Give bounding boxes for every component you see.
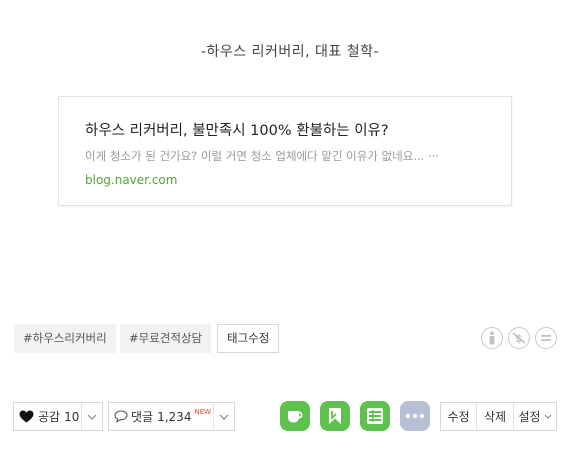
comment-label: 댓글 — [131, 410, 154, 424]
bookmark-icon[interactable] — [320, 401, 350, 431]
link-url[interactable]: blog.naver.com — [85, 173, 177, 187]
no-commercial-glyph: $ — [512, 332, 526, 345]
no-derivatives-icon[interactable] — [535, 327, 557, 349]
info-circle-icon[interactable] — [481, 327, 503, 349]
more-icon[interactable] — [400, 401, 430, 431]
delete-button[interactable]: 삭제 — [477, 403, 513, 430]
link-description: 이게 청소가 된 건가요? 이럴 거면 청소 업체에다 맡긴 이유가 없네요..… — [85, 149, 439, 163]
comment-box[interactable]: 댓글 1,234 NEW — [108, 402, 235, 431]
post-quote: -하우스 리커버리, 대표 철학- — [200, 44, 380, 60]
like-count: 10 — [64, 409, 80, 424]
link-title[interactable]: 하우스 리커버리, 불만족시 100% 환불하는 이유? — [85, 119, 389, 140]
list-glyph — [367, 408, 383, 424]
heart-icon — [19, 410, 34, 423]
settings-label: 설정 — [518, 410, 541, 424]
edit-button[interactable]: 수정 — [441, 403, 476, 430]
tag-item[interactable]: #하우스리커버리 — [14, 324, 116, 353]
no-commercial-icon[interactable]: $ — [508, 327, 530, 349]
info-circle-glyph — [489, 331, 495, 345]
new-badge: NEW — [194, 408, 212, 416]
chevron-down-icon — [87, 414, 97, 420]
post-actions: 수정 삭제 설정 — [440, 402, 557, 431]
chevron-down-icon — [544, 414, 551, 419]
comment-count: 1,234 — [157, 409, 192, 424]
no-derivatives-glyph — [541, 335, 551, 341]
bookmark-glyph — [329, 408, 341, 424]
coffee-cup-icon[interactable] — [280, 401, 310, 431]
more-glyph — [405, 413, 425, 419]
settings-button[interactable]: 설정 — [514, 403, 556, 430]
comment-dropdown-button[interactable] — [214, 403, 234, 430]
like-button[interactable]: 공감 10 — [14, 403, 79, 430]
list-icon[interactable] — [360, 401, 390, 431]
link-preview-card[interactable]: 하우스 리커버리, 불만족시 100% 환불하는 이유? 이게 청소가 된 건가… — [58, 96, 512, 206]
like-label: 공감 — [38, 410, 61, 424]
coffee-cup-glyph — [288, 411, 303, 423]
like-dropdown-button[interactable] — [82, 403, 102, 430]
comment-button[interactable]: 댓글 1,234 NEW — [109, 403, 211, 430]
tag-edit-button[interactable]: 태그수정 — [217, 324, 280, 353]
like-box[interactable]: 공감 10 — [13, 402, 103, 431]
speech-bubble-icon — [114, 410, 128, 423]
tag-item[interactable]: #무료견적상담 — [120, 324, 212, 353]
chevron-down-icon — [219, 414, 229, 420]
